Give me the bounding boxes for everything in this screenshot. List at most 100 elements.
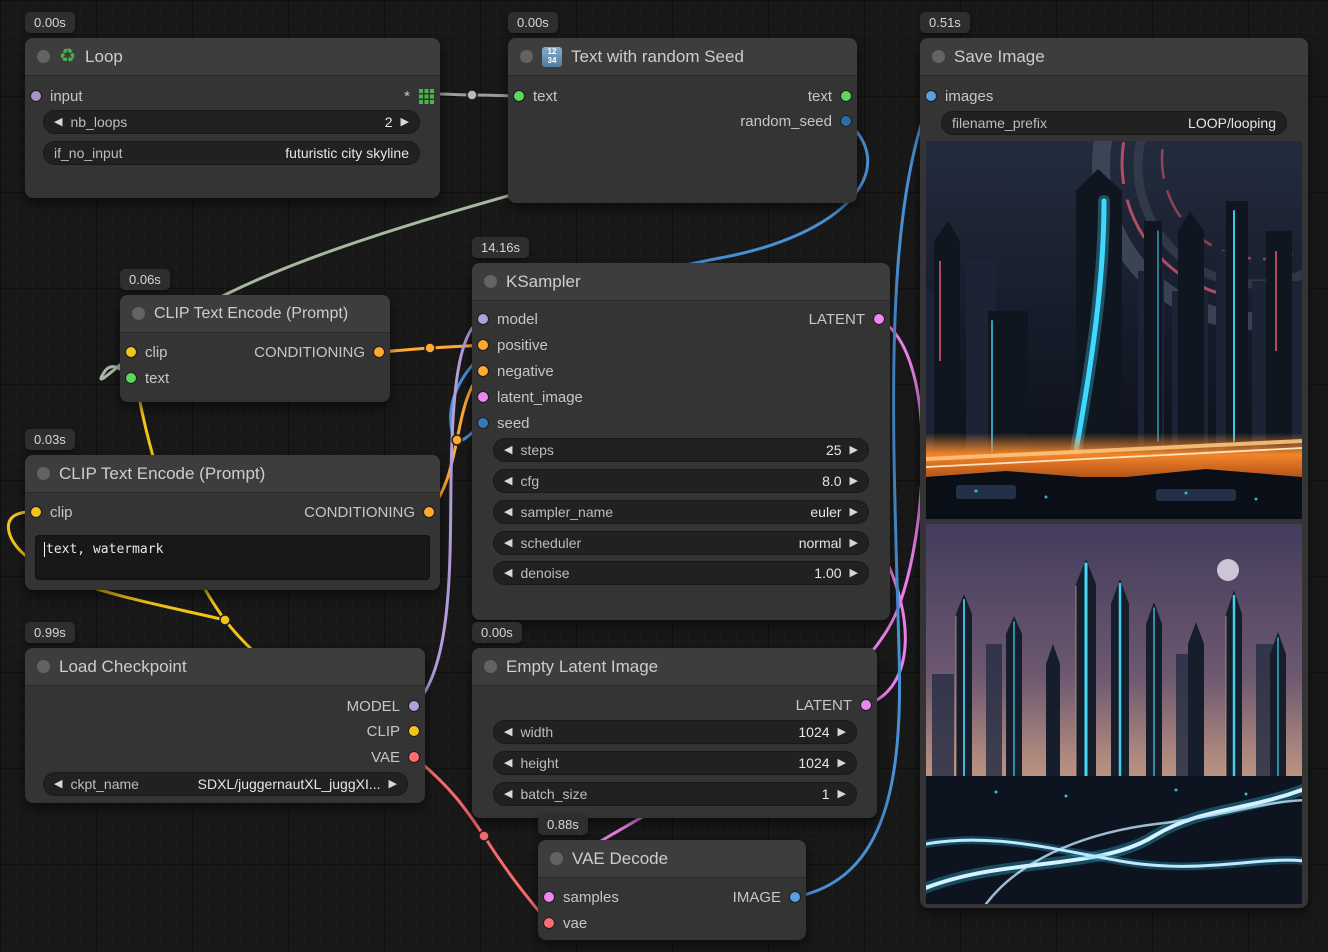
link-midpoint-dot[interactable] [425,343,435,353]
link-midpoint-dot[interactable] [479,831,489,841]
stepper-right-arrow-icon[interactable]: ▶ [389,779,397,790]
stepper-left-arrow-icon[interactable]: ◀ [504,507,512,518]
stepper-right-arrow-icon[interactable]: ▶ [850,476,858,487]
text-port-dot[interactable] [841,91,851,101]
node-save-image[interactable]: 0.51s Save Image images filename_prefix … [920,38,1308,908]
node-loop[interactable]: 0.00s ♻ Loop input * ◀ nb_loops 2 ▶ if_n… [25,38,440,198]
collapse-dot[interactable] [132,307,145,320]
node-clip-text-encode-negative[interactable]: 0.03s CLIP Text Encode (Prompt) clip CON… [25,455,440,590]
prompt-textarea[interactable]: text, watermark [35,535,430,580]
stepper-right-arrow-icon[interactable]: ▶ [850,445,858,456]
if-no-input-combo[interactable]: if_no_input futuristic city skyline [43,141,420,165]
scheduler-combo[interactable]: ◀ scheduler normal ▶ [493,531,869,555]
output-slot[interactable]: text [808,88,857,105]
stepper-left-arrow-icon[interactable]: ◀ [504,445,512,456]
vae-port-dot[interactable] [409,752,419,762]
stepper-left-arrow-icon[interactable]: ◀ [504,789,512,800]
node-text-with-random-seed[interactable]: 0.00s 12 34 Text with random Seed text t… [508,38,857,203]
node-titlebar[interactable]: Save Image [920,38,1308,76]
clip-port-dot[interactable] [31,507,41,517]
seed-port-dot[interactable] [478,418,488,428]
text-port-dot[interactable] [514,91,524,101]
node-titlebar[interactable]: VAE Decode [538,840,806,878]
input-slot[interactable]: clip [120,344,168,361]
input-slot[interactable]: clip [25,504,73,521]
image-port-dot[interactable] [926,91,936,101]
conditioning-port-dot[interactable] [478,340,488,350]
seed-port-dot[interactable] [841,116,851,126]
input-slot[interactable]: input [25,88,83,105]
text-port-dot[interactable] [126,373,136,383]
comfyui-canvas[interactable]: { "icons": { "stepper_left": "◀", "stepp… [0,0,1328,952]
latent-port-dot[interactable] [478,392,488,402]
latent-port-dot[interactable] [861,700,871,710]
ckpt-name-combo[interactable]: ◀ ckpt_name SDXL/juggernautXL_juggXI... … [43,772,408,796]
input-slot[interactable]: positive [472,337,548,354]
link-midpoint-dot[interactable] [220,615,230,625]
output-slot[interactable]: LATENT [796,697,877,714]
stepper-right-arrow-icon[interactable]: ▶ [838,727,846,738]
collapse-dot[interactable] [520,50,533,63]
stepper-right-arrow-icon[interactable]: ▶ [850,507,858,518]
stepper-left-arrow-icon[interactable]: ◀ [504,758,512,769]
output-slot[interactable]: CONDITIONING [254,344,390,361]
stepper-left-arrow-icon[interactable]: ◀ [504,727,512,738]
nb-loops-stepper[interactable]: ◀ nb_loops 2 ▶ [43,110,420,134]
stepper-left-arrow-icon[interactable]: ◀ [504,538,512,549]
stepper-right-arrow-icon[interactable]: ▶ [850,568,858,579]
collapse-dot[interactable] [484,660,497,673]
node-titlebar[interactable]: CLIP Text Encode (Prompt) [25,455,440,493]
latent-port-dot[interactable] [874,314,884,324]
node-titlebar[interactable]: Load Checkpoint [25,648,425,686]
collapse-dot[interactable] [37,50,50,63]
filename-prefix-field[interactable]: filename_prefix LOOP/looping [941,111,1287,135]
cfg-stepper[interactable]: ◀ cfg 8.0 ▶ [493,469,869,493]
input-slot[interactable]: seed [472,415,530,432]
node-vae-decode[interactable]: 0.88s VAE Decode samples IMAGE vae [538,840,806,940]
input-port-dot[interactable] [31,91,41,101]
stepper-right-arrow-icon[interactable]: ▶ [850,538,858,549]
steps-stepper[interactable]: ◀ steps 25 ▶ [493,438,869,462]
denoise-stepper[interactable]: ◀ denoise 1.00 ▶ [493,561,869,585]
node-titlebar[interactable]: CLIP Text Encode (Prompt) [120,295,390,333]
node-titlebar[interactable]: ♻ Loop [25,38,440,76]
node-clip-text-encode-positive[interactable]: 0.06s CLIP Text Encode (Prompt) clip CON… [120,295,390,402]
output-slot[interactable]: CLIP [367,723,425,740]
stepper-right-arrow-icon[interactable]: ▶ [838,789,846,800]
input-slot[interactable]: text [508,88,557,105]
stepper-left-arrow-icon[interactable]: ◀ [504,476,512,487]
model-port-dot[interactable] [409,701,419,711]
output-slot[interactable]: * [404,88,440,105]
input-slot[interactable]: text [120,370,169,387]
link-midpoint-dot[interactable] [452,435,462,445]
output-slot[interactable]: CONDITIONING [304,504,440,521]
collapse-dot[interactable] [37,660,50,673]
grid-output-icon[interactable] [419,89,434,104]
output-slot[interactable]: MODEL [347,698,425,715]
link-midpoint-dot[interactable] [467,90,477,100]
output-slot[interactable]: LATENT [809,311,890,328]
model-port-dot[interactable] [478,314,488,324]
node-ksampler[interactable]: 14.16s KSampler model LATENT positive ne… [472,263,890,620]
node-titlebar[interactable]: KSampler [472,263,890,301]
node-empty-latent-image[interactable]: 0.00s Empty Latent Image LATENT ◀ width … [472,648,877,818]
input-slot[interactable]: latent_image [472,389,583,406]
output-slot[interactable]: IMAGE [733,889,806,906]
stepper-left-arrow-icon[interactable]: ◀ [54,117,62,128]
output-slot[interactable]: VAE [371,749,425,766]
node-titlebar[interactable]: Empty Latent Image [472,648,877,686]
input-slot[interactable]: vae [538,915,587,932]
clip-port-dot[interactable] [409,726,419,736]
conditioning-port-dot[interactable] [424,507,434,517]
height-stepper[interactable]: ◀ height 1024 ▶ [493,751,857,775]
input-slot[interactable]: model [472,311,538,328]
conditioning-port-dot[interactable] [478,366,488,376]
node-titlebar[interactable]: 12 34 Text with random Seed [508,38,857,76]
collapse-dot[interactable] [37,467,50,480]
input-slot[interactable]: negative [472,363,554,380]
collapse-dot[interactable] [550,852,563,865]
output-slot[interactable]: random_seed [740,113,857,130]
vae-port-dot[interactable] [544,918,554,928]
input-slot[interactable]: images [920,88,993,105]
latent-port-dot[interactable] [544,892,554,902]
